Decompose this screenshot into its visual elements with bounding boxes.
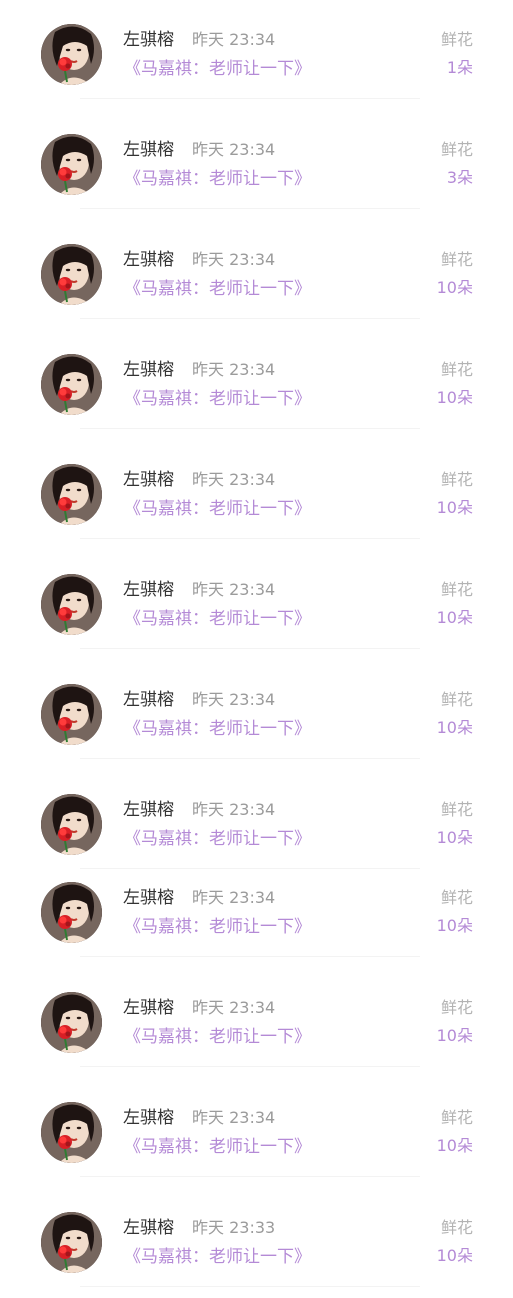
user-name[interactable]: 左骐榕 [123, 887, 174, 909]
user-avatar[interactable] [41, 1102, 102, 1163]
gift-type-label: 鲜花 [440, 580, 473, 599]
gift-count: 3朵 [446, 168, 473, 187]
gift-type-label: 鲜花 [440, 30, 473, 49]
work-title-link[interactable]: 《马嘉祺：老师让一下》 [124, 168, 311, 190]
gift-record-row[interactable]: 左骐榕 昨天 23:34 《马嘉祺：老师让一下》 鲜花 10朵 [0, 660, 513, 770]
user-avatar[interactable] [41, 354, 102, 415]
row-divider [80, 1176, 420, 1177]
gift-type-label: 鲜花 [440, 690, 473, 709]
gift-record-row[interactable]: 左骐榕 昨天 23:34 《马嘉祺：老师让一下》 鲜花 10朵 [0, 968, 513, 1078]
gift-type-label: 鲜花 [440, 140, 473, 159]
user-name[interactable]: 左骐榕 [123, 579, 174, 601]
timestamp: 昨天 23:34 [192, 888, 276, 907]
user-name[interactable]: 左骐榕 [123, 1107, 174, 1129]
timestamp: 昨天 23:34 [192, 250, 276, 269]
gift-count: 10朵 [436, 828, 473, 847]
gift-count: 10朵 [436, 718, 473, 737]
gift-count: 1朵 [446, 58, 473, 77]
user-avatar[interactable] [41, 882, 102, 943]
row-divider [80, 1066, 420, 1067]
gift-type-label: 鲜花 [440, 1218, 473, 1237]
row-divider [80, 538, 420, 539]
work-title-link[interactable]: 《马嘉祺：老师让一下》 [124, 1026, 311, 1048]
gift-type-label: 鲜花 [440, 470, 473, 489]
gift-record-list: 左骐榕 昨天 23:34 《马嘉祺：老师让一下》 鲜花 1朵 左骐榕 昨天 23… [0, 0, 513, 1287]
gift-record-row[interactable]: 左骐榕 昨天 23:34 《马嘉祺：老师让一下》 鲜花 10朵 [0, 330, 513, 440]
user-name[interactable]: 左骐榕 [123, 359, 174, 381]
timestamp: 昨天 23:34 [192, 998, 276, 1017]
user-avatar[interactable] [41, 464, 102, 525]
gift-count: 10朵 [436, 498, 473, 517]
user-avatar[interactable] [41, 794, 102, 855]
work-title-link[interactable]: 《马嘉祺：老师让一下》 [124, 608, 311, 630]
user-avatar[interactable] [41, 992, 102, 1053]
user-avatar[interactable] [41, 684, 102, 745]
gift-count: 10朵 [436, 1136, 473, 1155]
row-divider [80, 428, 420, 429]
gift-record-row[interactable]: 左骐榕 昨天 23:34 《马嘉祺：老师让一下》 鲜花 10朵 [0, 858, 513, 968]
timestamp: 昨天 23:34 [192, 690, 276, 709]
user-avatar[interactable] [41, 244, 102, 305]
gift-record-row[interactable]: 左骐榕 昨天 23:34 《马嘉祺：老师让一下》 鲜花 10朵 [0, 1078, 513, 1188]
user-name[interactable]: 左骐榕 [123, 799, 174, 821]
timestamp: 昨天 23:34 [192, 1108, 276, 1127]
user-name[interactable]: 左骐榕 [123, 29, 174, 51]
gift-count: 10朵 [436, 1246, 473, 1265]
work-title-link[interactable]: 《马嘉祺：老师让一下》 [124, 1136, 311, 1158]
row-divider [80, 318, 420, 319]
timestamp: 昨天 23:34 [192, 30, 276, 49]
gift-record-row[interactable]: 左骐榕 昨天 23:34 《马嘉祺：老师让一下》 鲜花 10朵 [0, 550, 513, 660]
gift-record-row[interactable]: 左骐榕 昨天 23:34 《马嘉祺：老师让一下》 鲜花 1朵 [0, 0, 513, 110]
gift-record-row[interactable]: 左骐榕 昨天 23:34 《马嘉祺：老师让一下》 鲜花 10朵 [0, 220, 513, 330]
row-divider [80, 758, 420, 759]
user-name[interactable]: 左骐榕 [123, 689, 174, 711]
timestamp: 昨天 23:34 [192, 580, 276, 599]
gift-count: 10朵 [436, 608, 473, 627]
user-avatar[interactable] [41, 134, 102, 195]
row-divider [80, 648, 420, 649]
work-title-link[interactable]: 《马嘉祺：老师让一下》 [124, 388, 311, 410]
gift-type-label: 鲜花 [440, 998, 473, 1017]
work-title-link[interactable]: 《马嘉祺：老师让一下》 [124, 278, 311, 300]
timestamp: 昨天 23:34 [192, 360, 276, 379]
user-avatar[interactable] [41, 574, 102, 635]
gift-type-label: 鲜花 [440, 1108, 473, 1127]
row-divider [80, 98, 420, 99]
work-title-link[interactable]: 《马嘉祺：老师让一下》 [124, 58, 311, 80]
timestamp: 昨天 23:33 [192, 1218, 276, 1237]
gift-count: 10朵 [436, 916, 473, 935]
user-name[interactable]: 左骐榕 [123, 249, 174, 271]
user-avatar[interactable] [41, 1212, 102, 1273]
user-name[interactable]: 左骐榕 [123, 997, 174, 1019]
gift-type-label: 鲜花 [440, 888, 473, 907]
work-title-link[interactable]: 《马嘉祺：老师让一下》 [124, 718, 311, 740]
gift-type-label: 鲜花 [440, 800, 473, 819]
gift-record-row[interactable]: 左骐榕 昨天 23:34 《马嘉祺：老师让一下》 鲜花 3朵 [0, 110, 513, 220]
row-divider [80, 956, 420, 957]
gift-count: 10朵 [436, 1026, 473, 1045]
gift-type-label: 鲜花 [440, 250, 473, 269]
gift-record-row[interactable]: 左骐榕 昨天 23:33 《马嘉祺：老师让一下》 鲜花 10朵 [0, 1188, 513, 1298]
user-name[interactable]: 左骐榕 [123, 139, 174, 161]
gift-type-label: 鲜花 [440, 360, 473, 379]
row-divider [80, 1286, 420, 1287]
row-divider [80, 208, 420, 209]
work-title-link[interactable]: 《马嘉祺：老师让一下》 [124, 828, 311, 850]
timestamp: 昨天 23:34 [192, 800, 276, 819]
gift-count: 10朵 [436, 388, 473, 407]
gift-count: 10朵 [436, 278, 473, 297]
user-name[interactable]: 左骐榕 [123, 469, 174, 491]
work-title-link[interactable]: 《马嘉祺：老师让一下》 [124, 1246, 311, 1268]
gift-record-row[interactable]: 左骐榕 昨天 23:34 《马嘉祺：老师让一下》 鲜花 10朵 [0, 440, 513, 550]
user-name[interactable]: 左骐榕 [123, 1217, 174, 1239]
work-title-link[interactable]: 《马嘉祺：老师让一下》 [124, 498, 311, 520]
work-title-link[interactable]: 《马嘉祺：老师让一下》 [124, 916, 311, 938]
user-avatar[interactable] [41, 24, 102, 85]
timestamp: 昨天 23:34 [192, 140, 276, 159]
timestamp: 昨天 23:34 [192, 470, 276, 489]
